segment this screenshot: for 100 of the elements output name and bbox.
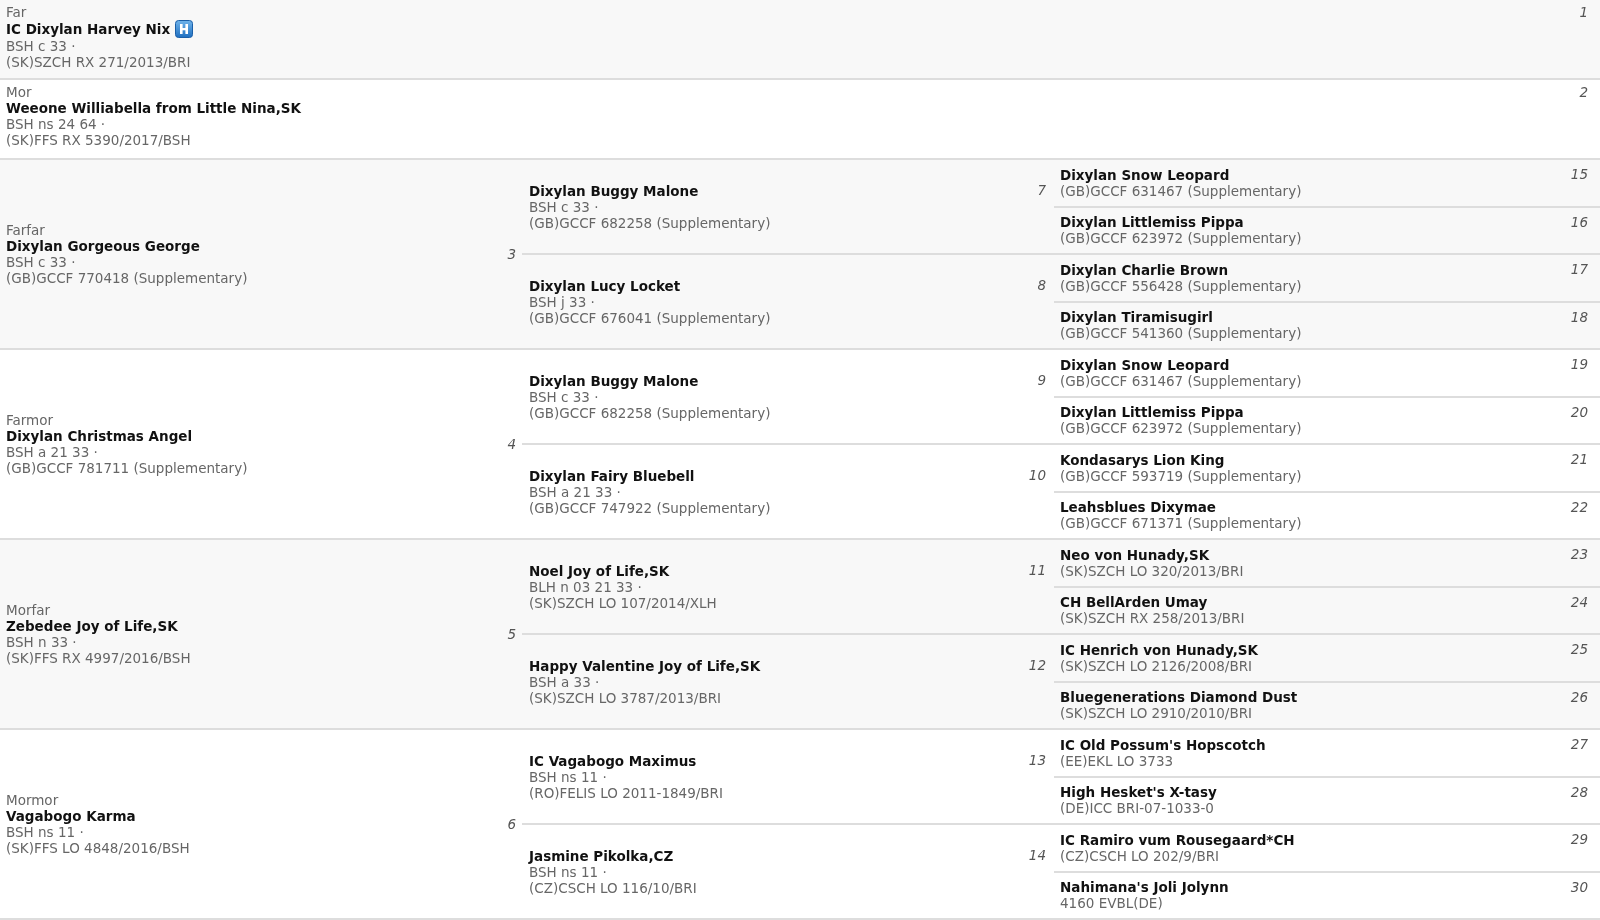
position-number: 30 <box>1570 878 1588 895</box>
cat-name[interactable]: Dixylan Snow Leopard <box>1060 356 1230 373</box>
breed-code: BLH n 03 21 33 · <box>529 578 642 595</box>
registration-number: (GB)GCCF 541360 (Supplementary) <box>1060 325 1302 342</box>
cat-name[interactable]: Weeone Williabella from Little Nina,SK <box>6 100 301 116</box>
registration-number: (GB)GCCF 676041 (Supplementary) <box>529 309 771 326</box>
relation-label: Farfar <box>6 222 45 238</box>
registration-number: (SK)SZCH LO 2910/2010/BRI <box>1060 705 1253 722</box>
breed-code: BSH c 33 · <box>529 198 599 215</box>
registration-number: (SK)FFS LO 4848/2016/BSH <box>6 840 190 856</box>
position-number: 10 <box>1028 467 1046 483</box>
cat-name[interactable]: Dixylan Buggy Malone <box>529 182 699 199</box>
cat-name[interactable]: Dixylan Littlemiss Pippa <box>1060 404 1244 421</box>
position-number: 12 <box>1028 657 1046 673</box>
position-number: 15 <box>1570 166 1588 182</box>
cat-name[interactable]: Neo von Hunady,SK <box>1060 546 1210 563</box>
cat-name[interactable]: Noel Joy of Life,SK <box>529 562 670 579</box>
registration-number: (SK)SZCH LO 2126/2008/BRI <box>1060 657 1253 674</box>
cat-name[interactable]: Kondasarys Lion King <box>1060 451 1225 468</box>
position-number: 22 <box>1570 498 1588 515</box>
breed-code: BSH n 33 · <box>6 634 77 650</box>
cat-name[interactable]: Dixylan Buggy Malone <box>529 372 699 389</box>
registration-number: (GB)GCCF 631467 (Supplementary) <box>1060 182 1302 199</box>
position-number: 6 <box>507 816 516 832</box>
registration-number: 4160 EVBL(DE) <box>1060 895 1163 912</box>
breed-code: BSH ns 24 64 · <box>6 116 106 132</box>
breed-code: BSH a 33 · <box>529 673 600 690</box>
registration-number: (GB)GCCF 631467 (Supplementary) <box>1060 372 1302 389</box>
registration-number: (SK)SZCH LO 107/2014/XLH <box>529 594 717 611</box>
registration-number: (DE)ICC BRI-07-1033-0 <box>1060 800 1214 817</box>
registration-number: (GB)GCCF 747922 (Supplementary) <box>529 499 771 516</box>
position-number: 9 <box>1037 372 1046 388</box>
registration-number: (SK)SZCH RX 271/2013/BRI <box>6 54 191 70</box>
position-number: 1 <box>1579 4 1588 20</box>
position-number: 20 <box>1570 403 1588 420</box>
breed-code: BSH ns 11 · <box>6 824 84 840</box>
relation-label: Mor <box>6 84 32 100</box>
registration-number: (CZ)CSCH LO 116/10/BRI <box>529 879 697 896</box>
cat-name[interactable]: IC Henrich von Hunady,SK <box>1060 641 1259 658</box>
cat-name[interactable]: Dixylan Charlie Brown <box>1060 261 1229 278</box>
cat-name[interactable]: Leahsblues Dixymae <box>1060 499 1216 516</box>
registration-number: (SK)SZCH LO 320/2013/BRI <box>1060 562 1244 579</box>
cat-name[interactable]: Dixylan Littlemiss Pippa <box>1060 214 1244 231</box>
position-number: 28 <box>1570 783 1588 800</box>
position-number: 25 <box>1570 641 1588 657</box>
breed-code: BSH j 33 · <box>529 293 595 310</box>
relation-label: Mormor <box>6 792 59 808</box>
relation-label: Far <box>6 4 27 20</box>
cat-name[interactable]: Happy Valentine Joy of Life,SK <box>529 657 761 674</box>
position-number: 18 <box>1570 308 1588 325</box>
registration-number: (GB)GCCF 781711 (Supplementary) <box>6 460 248 476</box>
position-number: 26 <box>1570 688 1588 705</box>
registration-number: (GB)GCCF 593719 (Supplementary) <box>1060 467 1302 484</box>
position-number: 19 <box>1570 356 1588 372</box>
cat-name[interactable]: Dixylan Tiramisugirl <box>1060 309 1213 326</box>
cat-name[interactable]: Bluegenerations Diamond Dust <box>1060 689 1298 706</box>
registration-number: (EE)EKL LO 3733 <box>1060 752 1174 769</box>
cat-name[interactable]: Vagabogo Karma <box>6 808 136 824</box>
registration-number: (GB)GCCF 682258 (Supplementary) <box>529 214 771 231</box>
breed-code: BSH c 33 · <box>6 38 76 54</box>
cat-name[interactable]: Zebedee Joy of Life,SK <box>6 618 178 634</box>
registration-number: (SK)FFS RX 5390/2017/BSH <box>6 132 191 148</box>
cat-name[interactable]: Nahimana's Joli Jolynn <box>1060 879 1229 896</box>
position-number: 13 <box>1028 752 1046 768</box>
position-number: 7 <box>1037 182 1046 198</box>
relation-label: Morfar <box>6 602 51 618</box>
position-number: 3 <box>507 246 516 262</box>
cat-name[interactable]: Dixylan Lucy Locket <box>529 277 681 294</box>
registration-number: (RO)FELIS LO 2011-1849/BRI <box>529 784 723 801</box>
position-number: 29 <box>1570 831 1588 847</box>
cat-name[interactable]: Dixylan Snow Leopard <box>1060 166 1230 183</box>
cat-name[interactable]: IC Vagabogo Maximus <box>529 752 697 769</box>
cat-name[interactable]: Dixylan Fairy Bluebell <box>529 467 695 484</box>
cat-name[interactable]: IC Ramiro vum Rousegaard*CH <box>1060 831 1295 848</box>
breed-code: BSH a 21 33 · <box>6 444 98 460</box>
position-number: 21 <box>1570 451 1588 467</box>
breed-code: BSH a 21 33 · <box>529 483 621 500</box>
breed-code: BSH c 33 · <box>6 254 76 270</box>
cat-name[interactable]: IC Old Possum's Hopscotch <box>1060 736 1266 753</box>
cat-name[interactable]: IC Dixylan Harvey Nix <box>6 21 171 37</box>
registration-number: (SK)SZCH RX 258/2013/BRI <box>1060 610 1245 627</box>
registration-number: (GB)GCCF 671371 (Supplementary) <box>1060 515 1302 532</box>
registration-number: (SK)FFS RX 4997/2016/BSH <box>6 650 191 666</box>
breed-code: BSH ns 11 · <box>529 863 607 880</box>
cat-name[interactable]: Dixylan Christmas Angel <box>6 428 193 444</box>
position-number: 5 <box>507 626 516 642</box>
cat-name[interactable]: Dixylan Gorgeous George <box>6 238 200 254</box>
cat-name[interactable]: CH BellArden Umay <box>1060 594 1208 611</box>
cat-name[interactable]: Jasmine Pikolka,CZ <box>529 847 674 864</box>
position-number: 14 <box>1028 847 1046 863</box>
position-number: 8 <box>1037 277 1046 293</box>
breed-code: BSH ns 11 · <box>529 768 607 785</box>
position-number: 16 <box>1570 213 1588 230</box>
position-number: 27 <box>1570 736 1588 752</box>
registration-number: (GB)GCCF 623972 (Supplementary) <box>1060 420 1302 437</box>
cat-name[interactable]: High Hesket's X-tasy <box>1060 784 1217 801</box>
registration-number: (GB)GCCF 556428 (Supplementary) <box>1060 277 1302 294</box>
position-number: 2 <box>1579 84 1588 100</box>
position-number: 4 <box>507 436 516 452</box>
breed-code: BSH c 33 · <box>529 388 599 405</box>
